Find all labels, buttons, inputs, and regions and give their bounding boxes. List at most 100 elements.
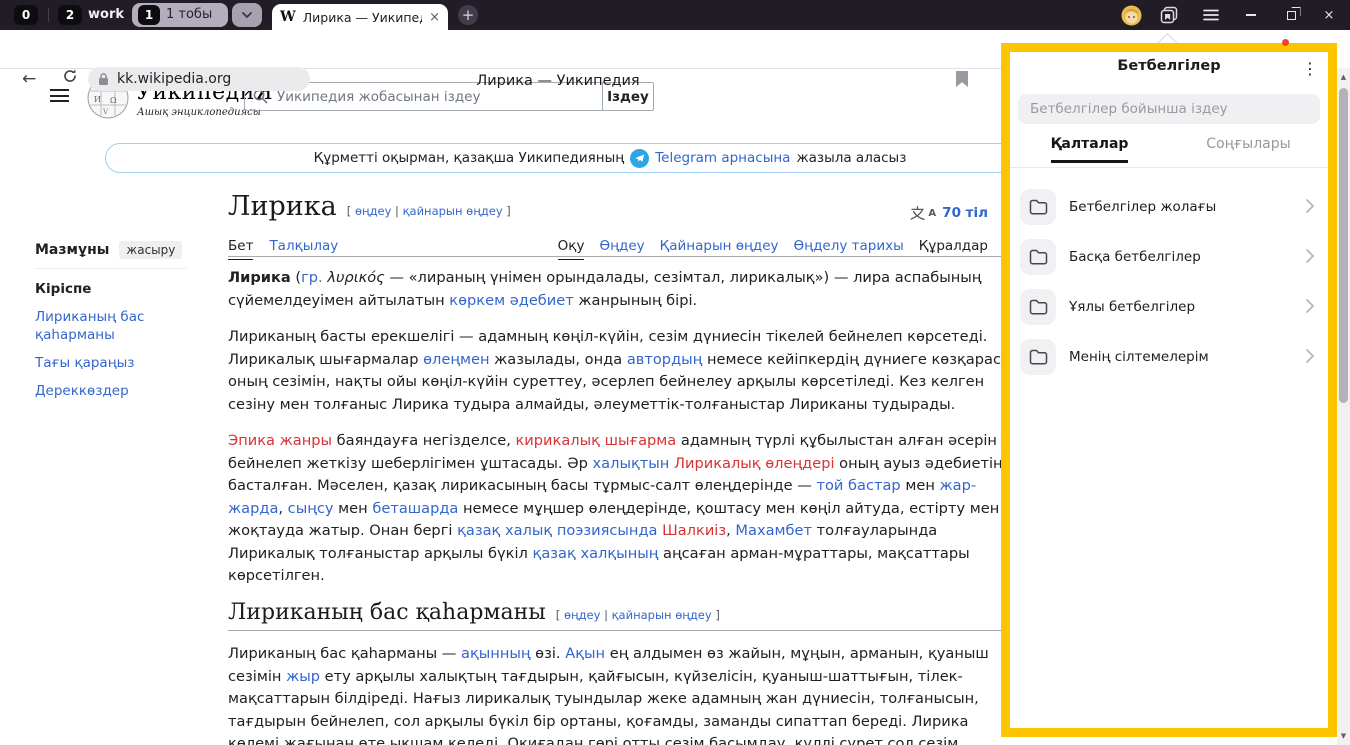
- bookmarks-icon: [1159, 5, 1179, 25]
- scroll-up-icon[interactable]: ▲: [1337, 73, 1350, 81]
- window-minimize-button[interactable]: [1240, 4, 1262, 26]
- active-tab[interactable]: W Лирика — Уикипедия ×: [272, 4, 448, 30]
- article-link[interactable]: гр.: [301, 269, 323, 286]
- folder-label: Менің сілтемелерім: [1069, 349, 1209, 365]
- folder-icon: [1020, 189, 1056, 225]
- page-scrollbar[interactable]: ▲ ▼: [1337, 68, 1350, 745]
- article-link[interactable]: той бастар: [816, 477, 900, 494]
- article-link[interactable]: қайнарын өңдеу: [403, 204, 503, 218]
- window-close-button[interactable]: ×: [1318, 4, 1340, 26]
- bookmarks-toolbar-button[interactable]: [1158, 4, 1180, 26]
- toby-group-label: 1 тобы: [166, 7, 212, 22]
- article-link[interactable]: Эпика жанры: [228, 432, 332, 449]
- folder-label: Ұялы бетбелгілер: [1069, 299, 1195, 315]
- chevron-right-icon: [1306, 348, 1314, 367]
- article-link[interactable]: беташарда: [372, 500, 458, 517]
- panel-tab-folders-label: Қалталар: [1051, 136, 1129, 163]
- refresh-icon: [62, 68, 78, 84]
- folder-label: Басқа бетбелгілер: [1069, 249, 1201, 265]
- kebab-menu-icon[interactable]: ⋮: [1302, 59, 1318, 78]
- article-link[interactable]: жыр: [286, 668, 320, 685]
- bookmarks-search-input[interactable]: [1018, 101, 1320, 117]
- tab-group-expand-button[interactable]: [232, 3, 262, 27]
- toc-item-sources[interactable]: Дереккөздер: [35, 382, 187, 400]
- wiki-search-input[interactable]: [277, 89, 577, 105]
- article-link[interactable]: сыңсу: [288, 500, 334, 517]
- new-tab-button[interactable]: +: [458, 5, 478, 25]
- folder-icon: [1020, 339, 1056, 375]
- folder-row-bookmarks-bar[interactable]: Бетбелгілер жолағы: [1020, 182, 1318, 232]
- language-icon-letter: A: [928, 208, 936, 219]
- language-selector[interactable]: A 70 тіл: [910, 205, 988, 221]
- restore-icon: [1287, 11, 1296, 20]
- folder-row-my-links[interactable]: Менің сілтемелерім: [1020, 332, 1318, 382]
- panel-tab-folders[interactable]: Қалталар: [1010, 136, 1169, 167]
- window-restore-button[interactable]: [1280, 4, 1302, 26]
- text-segment: [: [347, 204, 355, 218]
- pinned-tabs-counter[interactable]: 0: [14, 5, 38, 25]
- telegram-channel-link[interactable]: Telegram арнасына: [655, 150, 790, 166]
- title-edit-links[interactable]: [ өңдеу | қайнарын өңдеу ]: [347, 204, 511, 218]
- url-box[interactable]: kk.wikipedia.org: [88, 67, 310, 91]
- banner-text-before: Құрметті оқырман, қазақша Уикипедияның: [314, 150, 625, 166]
- folder-row-mobile-bookmarks[interactable]: Ұялы бетбелгілер: [1020, 282, 1318, 332]
- text-segment: ету арқылы халықтың тағдырын, қайғысын, …: [228, 668, 979, 745]
- article-link[interactable]: кирикалық шығарма: [515, 432, 676, 449]
- tab-group-toby[interactable]: 1 1 тобы: [132, 3, 228, 27]
- scrollbar-thumb[interactable]: [1339, 88, 1348, 403]
- url-text: kk.wikipedia.org: [117, 71, 231, 87]
- article-link[interactable]: көркем әдебиет: [449, 292, 573, 309]
- chevron-right-icon: [1306, 298, 1314, 317]
- avatar-icon: [1121, 5, 1142, 26]
- back-button[interactable]: ←: [22, 69, 36, 89]
- wiki-main-menu-button[interactable]: [50, 89, 69, 102]
- section-edit-links[interactable]: [ өңдеу | қайнарын өңдеу ]: [556, 604, 720, 627]
- toc-item-intro[interactable]: Кіріспе: [35, 280, 187, 298]
- toc-hide-button[interactable]: жасыру: [119, 241, 182, 259]
- article-link[interactable]: ақынның: [461, 645, 531, 662]
- panel-title: Бетбелгілер: [1010, 58, 1328, 74]
- text-segment: ,: [726, 522, 735, 539]
- bookmarks-search-box[interactable]: [1018, 94, 1320, 124]
- article-link[interactable]: өңдеу: [355, 204, 391, 218]
- hamburger-icon: [1203, 9, 1219, 21]
- article-link[interactable]: халықтын: [593, 455, 670, 472]
- text-segment: мен: [334, 500, 373, 517]
- article-link[interactable]: қазақ халқының: [533, 545, 659, 562]
- lock-icon[interactable]: [98, 72, 109, 86]
- chevron-right-icon: [1306, 198, 1314, 217]
- section-heading: Лириканың бас қаһарманы: [228, 602, 546, 625]
- article-link[interactable]: автордың: [627, 351, 703, 368]
- search-icon: [253, 89, 268, 104]
- chevron-down-icon: [242, 12, 252, 19]
- chevron-right-icon: [1306, 248, 1314, 267]
- toc-item-see-also[interactable]: Тағы қараңыз: [35, 354, 187, 372]
- profile-avatar[interactable]: [1120, 4, 1142, 26]
- toc-divider: [35, 268, 187, 269]
- telegram-banner: Құрметті оқырман, қазақша Уикипедияның T…: [105, 143, 1115, 173]
- work-group-badge[interactable]: 2: [58, 5, 82, 25]
- work-group-label[interactable]: work: [88, 7, 124, 22]
- close-icon: ×: [1324, 8, 1335, 23]
- article-link[interactable]: Шалкиіз: [662, 522, 726, 539]
- article-link[interactable]: Ақын: [565, 645, 605, 662]
- article-link[interactable]: Махамбет: [735, 522, 812, 539]
- article-link[interactable]: қайнарын өңдеу: [612, 608, 712, 622]
- folder-row-other-bookmarks[interactable]: Басқа бетбелгілер: [1020, 232, 1318, 282]
- tab-close-icon[interactable]: ×: [429, 10, 440, 25]
- folder-icon: [1020, 289, 1056, 325]
- text-segment: λυρικός: [327, 269, 384, 286]
- browser-menu-button[interactable]: [1200, 4, 1222, 26]
- language-icon: [910, 206, 925, 221]
- panel-tab-recent[interactable]: Соңғылары: [1169, 136, 1328, 167]
- text-segment: мен: [901, 477, 940, 494]
- table-of-contents: Мазмұны жасыру Кіріспе Лириканың бас қаһ…: [35, 241, 187, 410]
- text-segment: баяндауға негізделсе,: [332, 432, 515, 449]
- article-link[interactable]: Лирикалық өлеңдері: [674, 455, 835, 472]
- article-link[interactable]: өлеңмен: [423, 351, 489, 368]
- refresh-button[interactable]: [62, 68, 78, 89]
- article-link[interactable]: өңдеу: [564, 608, 600, 622]
- scroll-down-icon[interactable]: ▼: [1337, 732, 1350, 740]
- article-link[interactable]: қазақ халық поэзиясында: [457, 522, 657, 539]
- toc-item-hero[interactable]: Лириканың бас қаһарманы: [35, 308, 187, 344]
